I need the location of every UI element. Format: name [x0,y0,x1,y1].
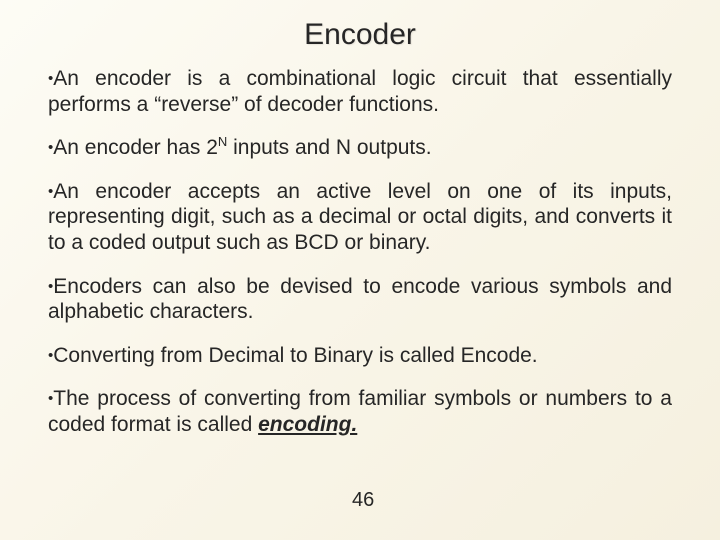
slide: Encoder •An encoder is a combinational l… [0,0,720,540]
bullet-2-pre: An encoder has 2 [53,136,218,159]
slide-title: Encoder [48,18,672,52]
bullet-3-text: An encoder accepts an active level on on… [48,180,672,254]
bullet-5-text: Converting from Decimal to Binary is cal… [53,344,537,367]
page-number: 46 [352,489,374,512]
bullet-1: •An encoder is a combinational logic cir… [48,66,672,117]
bullet-3: •An encoder accepts an active level on o… [48,179,672,256]
bullet-4-text: Encoders can also be devised to encode v… [48,275,672,324]
bullet-4: •Encoders can also be devised to encode … [48,274,672,325]
bullet-6-em: encoding. [258,413,357,436]
bullet-6-pre: The process of converting from familiar … [48,387,672,436]
bullet-6: •The process of converting from familiar… [48,386,672,437]
bullet-2-post: inputs and N outputs. [227,136,431,159]
bullet-1-text: An encoder is a combinational logic circ… [48,67,672,116]
bullet-5: •Converting from Decimal to Binary is ca… [48,343,672,369]
bullet-2-sup: N [218,134,227,149]
bullet-2: •An encoder has 2N inputs and N outputs. [48,135,672,161]
